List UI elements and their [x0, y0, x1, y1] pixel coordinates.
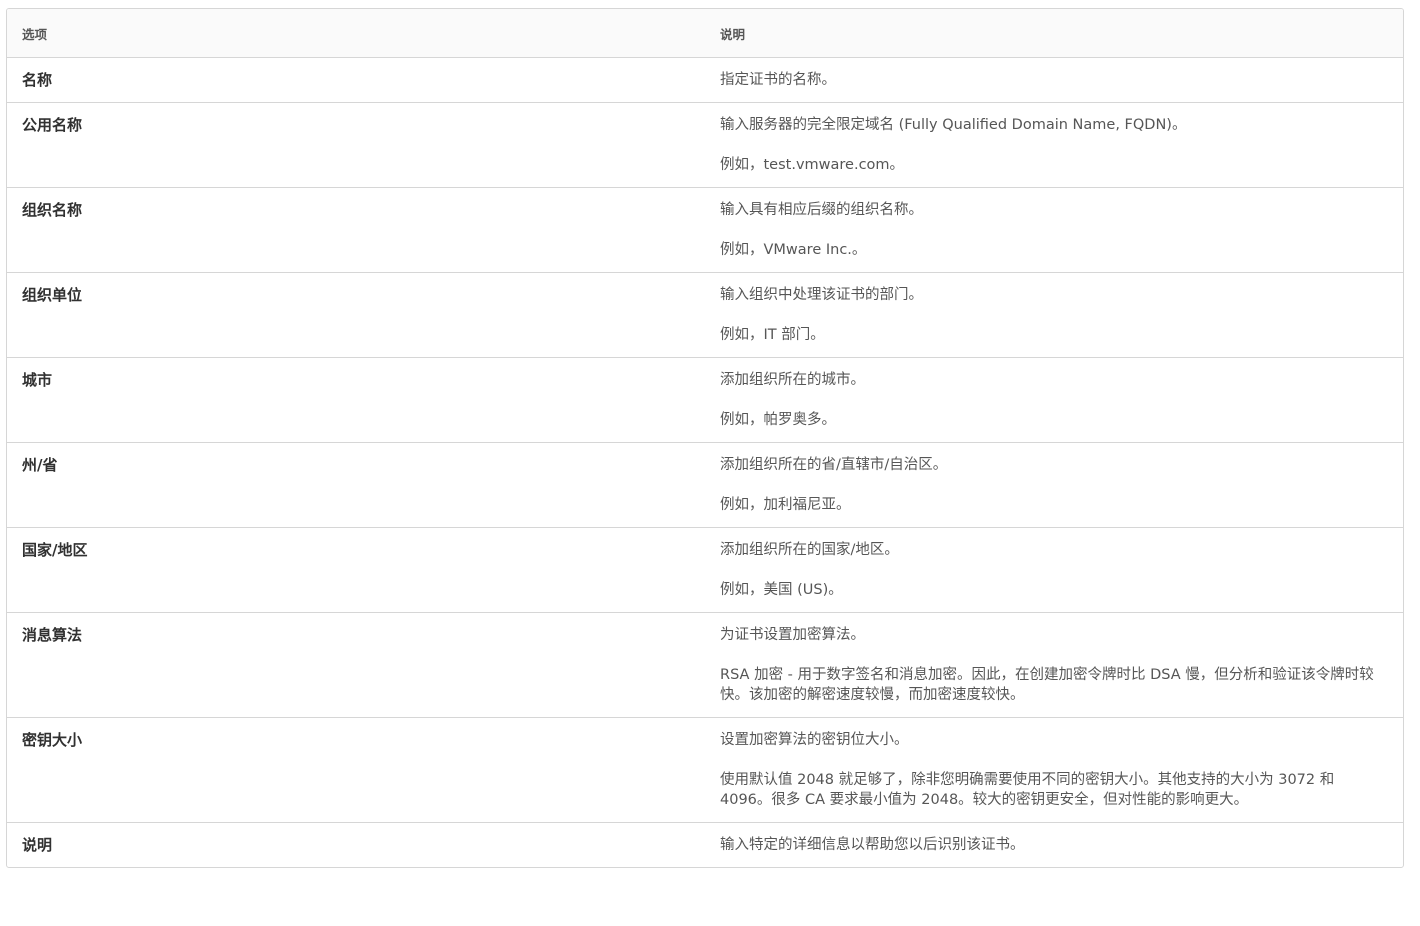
option-name: 密钥大小 [7, 717, 705, 823]
table-row: 说明 输入特定的详细信息以帮助您以后识别该证书。 [7, 822, 1403, 867]
header-description: 说明 [705, 9, 1403, 58]
header-option: 选项 [7, 9, 705, 58]
option-description: 输入服务器的完全限定域名 (Fully Qualified Domain Nam… [705, 102, 1403, 188]
header-row: 选项 说明 [7, 9, 1403, 58]
description-example: 例如，加利福尼亚。 [720, 497, 851, 513]
option-description: 指定证书的名称。 [705, 58, 1403, 103]
description-example: 例如，美国 (US)。 [720, 582, 843, 598]
description-text: 添加组织所在的省/直辖市/自治区。 [720, 457, 948, 473]
option-description: 为证书设置加密算法。 RSA 加密 - 用于数字签名和消息加密。因此，在创建加密… [705, 612, 1403, 718]
description-text: 输入特定的详细信息以帮助您以后识别该证书。 [720, 837, 1025, 853]
option-description: 设置加密算法的密钥位大小。 使用默认值 2048 就足够了，除非您明确需要使用不… [705, 717, 1403, 823]
table-header: 选项 说明 [7, 9, 1403, 58]
option-name: 名称 [22, 71, 53, 89]
option-name: 组织名称 [7, 187, 705, 273]
option-name: 说明 [7, 822, 705, 867]
option-description: 添加组织所在的城市。 例如，帕罗奥多。 [705, 357, 1403, 443]
option-name: 公用名称 [7, 102, 705, 188]
table-row: 密钥大小 设置加密算法的密钥位大小。 使用默认值 2048 就足够了，除非您明确… [7, 717, 1403, 823]
description-text: 添加组织所在的国家/地区。 [720, 542, 899, 558]
description-text: 输入组织中处理该证书的部门。 [720, 287, 923, 303]
options-table: 选项 说明 名称 指定证书的名称。 公用名称 输入服务器的完全限定域名 (Ful… [7, 9, 1403, 867]
table-row: 国家/地区 添加组织所在的国家/地区。 例如，美国 (US)。 [7, 527, 1403, 613]
option-description: 输入组织中处理该证书的部门。 例如，IT 部门。 [705, 272, 1403, 358]
option-description: 添加组织所在的省/直辖市/自治区。 例如，加利福尼亚。 [705, 442, 1403, 528]
option-name: 消息算法 [7, 612, 705, 718]
option-description: 输入特定的详细信息以帮助您以后识别该证书。 [705, 822, 1403, 867]
option-name: 州/省 [7, 442, 705, 528]
option-description: 输入具有相应后缀的组织名称。 例如，VMware Inc.。 [705, 187, 1403, 273]
description-example: 例如，test.vmware.com。 [720, 157, 905, 173]
description-text: 指定证书的名称。 [720, 72, 836, 88]
options-table-container: 选项 说明 名称 指定证书的名称。 公用名称 输入服务器的完全限定域名 (Ful… [6, 8, 1404, 868]
description-example: 例如，IT 部门。 [720, 327, 825, 343]
description-detail: RSA 加密 - 用于数字签名和消息加密。因此，在创建加密令牌时比 DSA 慢，… [720, 667, 1374, 703]
option-name: 组织单位 [7, 272, 705, 358]
table-row: 州/省 添加组织所在的省/直辖市/自治区。 例如，加利福尼亚。 [7, 442, 1403, 528]
description-text: 输入服务器的完全限定域名 (Fully Qualified Domain Nam… [720, 117, 1187, 133]
table-row: 组织名称 输入具有相应后缀的组织名称。 例如，VMware Inc.。 [7, 187, 1403, 273]
option-description: 添加组织所在的国家/地区。 例如，美国 (US)。 [705, 527, 1403, 613]
description-example: 例如，VMware Inc.。 [720, 242, 867, 258]
option-name: 国家/地区 [7, 527, 705, 613]
table-row: 消息算法 为证书设置加密算法。 RSA 加密 - 用于数字签名和消息加密。因此，… [7, 612, 1403, 718]
description-text: 输入具有相应后缀的组织名称。 [720, 202, 923, 218]
table-body: 名称 指定证书的名称。 公用名称 输入服务器的完全限定域名 (Fully Qua… [7, 58, 1403, 867]
description-text: 添加组织所在的城市。 [720, 372, 865, 388]
option-name: 城市 [7, 357, 705, 443]
description-detail: 使用默认值 2048 就足够了，除非您明确需要使用不同的密钥大小。其他支持的大小… [720, 772, 1335, 808]
description-text: 为证书设置加密算法。 [720, 627, 865, 643]
table-row: 公用名称 输入服务器的完全限定域名 (Fully Qualified Domai… [7, 102, 1403, 188]
table-row: 城市 添加组织所在的城市。 例如，帕罗奥多。 [7, 357, 1403, 443]
description-example: 例如，帕罗奥多。 [720, 412, 836, 428]
description-text: 设置加密算法的密钥位大小。 [720, 732, 909, 748]
table-row: 名称 指定证书的名称。 [7, 58, 1403, 103]
table-row: 组织单位 输入组织中处理该证书的部门。 例如，IT 部门。 [7, 272, 1403, 358]
